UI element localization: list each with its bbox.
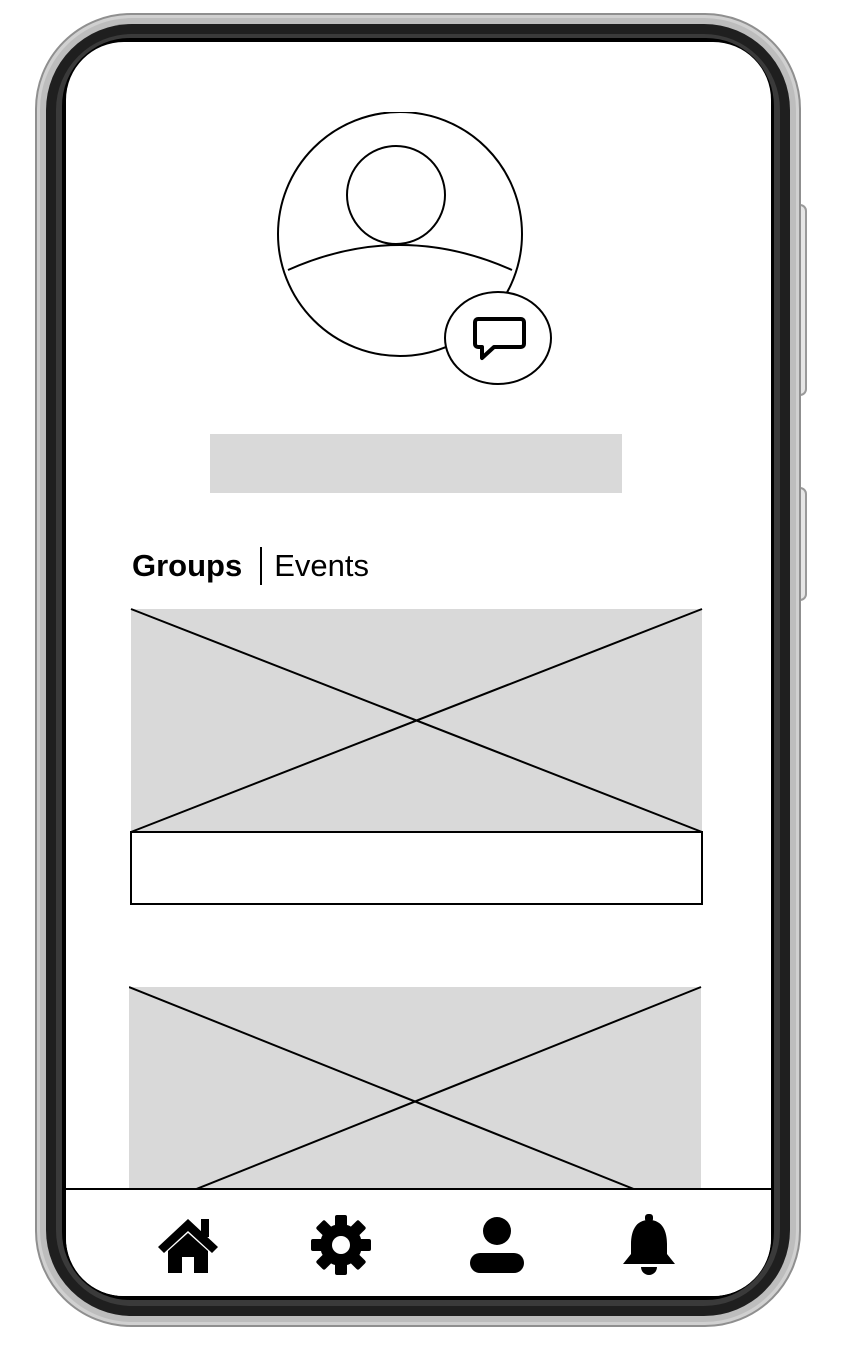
tab-events[interactable]: Events xyxy=(274,548,369,584)
group-card[interactable] xyxy=(130,608,703,906)
message-button[interactable] xyxy=(444,291,552,385)
phone-screen: Groups Events xyxy=(66,42,771,1296)
profile-name-placeholder xyxy=(210,434,622,493)
profile-avatar[interactable] xyxy=(266,112,566,402)
group-card[interactable] xyxy=(129,986,702,1196)
nav-home[interactable] xyxy=(153,1210,223,1280)
nav-notifications[interactable] xyxy=(614,1210,684,1280)
tab-divider xyxy=(260,547,263,585)
nav-profile[interactable] xyxy=(462,1210,532,1280)
home-icon xyxy=(158,1219,218,1273)
bottom-nav-bar xyxy=(66,1188,771,1296)
person-icon xyxy=(470,1217,524,1273)
content-tabs: Groups Events xyxy=(132,546,369,586)
nav-settings[interactable] xyxy=(306,1210,376,1280)
bell-icon xyxy=(623,1214,675,1275)
tab-groups[interactable]: Groups xyxy=(132,548,242,584)
gear-icon xyxy=(311,1215,371,1275)
